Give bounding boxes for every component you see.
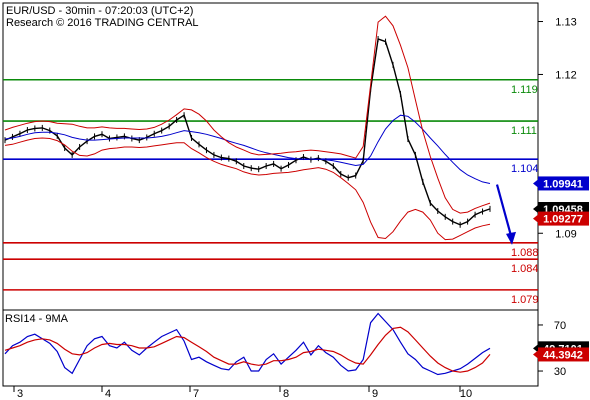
price-badge-label-2: 1.09277 [543,214,583,226]
level-label-0: 1.119 [511,84,538,96]
level-label-2: 1.104 [511,163,539,175]
chart-canvas: EUR/USD - 30min - 07:20:03 (UTC+2) Resea… [0,0,590,400]
price-tick-label-0: 1.13 [555,17,576,29]
time-tick-label-3: 8 [283,388,289,400]
time-tick-label-4: 9 [372,388,378,400]
rsi-title: RSI14 - 9MA [5,313,69,325]
price-tick-label-3: 1.09 [555,228,576,240]
level-label-5: 1.079 [511,294,539,306]
price-tick-label-1: 1.12 [555,69,576,81]
rsi-badge-label-1: 44.3942 [543,349,583,361]
rsi-tick-label-0: 70 [554,320,566,332]
time-tick-label-5: 10 [460,388,472,400]
chart-subtitle: Research © 2016 TRADING CENTRAL [6,17,199,29]
price-badge-label-0: 1.09941 [543,178,583,190]
level-label-4: 1.084 [511,263,539,275]
rsi-tick-label-1: 30 [554,366,566,378]
time-tick-label-2: 7 [193,388,199,400]
time-tick-label-1: 4 [105,388,111,400]
level-label-3: 1.088 [511,247,539,259]
time-tick-label-0: 3 [17,388,23,400]
level-label-1: 1.111 [511,125,537,137]
chart-title: EUR/USD - 30min - 07:20:03 (UTC+2) [6,5,193,17]
rsi-badges: 49.710144.3942 [533,341,589,362]
